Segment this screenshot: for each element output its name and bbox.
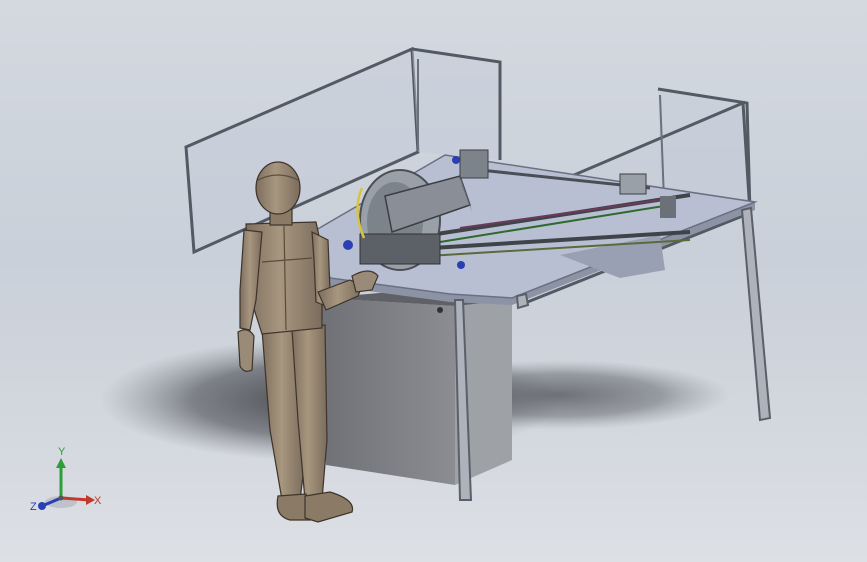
3d-viewport[interactable]: Y X Z	[0, 0, 867, 562]
z-axis-endpoint	[38, 502, 46, 510]
y-axis-label: Y	[58, 446, 66, 458]
x-axis	[60, 496, 91, 502]
cad-model-scene[interactable]	[0, 0, 867, 562]
coordinate-triad: Y X Z	[30, 446, 102, 513]
cabinet[interactable]	[322, 292, 512, 485]
z-axis-label: Z	[30, 501, 37, 513]
y-axis-arrowhead	[56, 458, 66, 468]
x-axis-label: X	[94, 495, 102, 507]
